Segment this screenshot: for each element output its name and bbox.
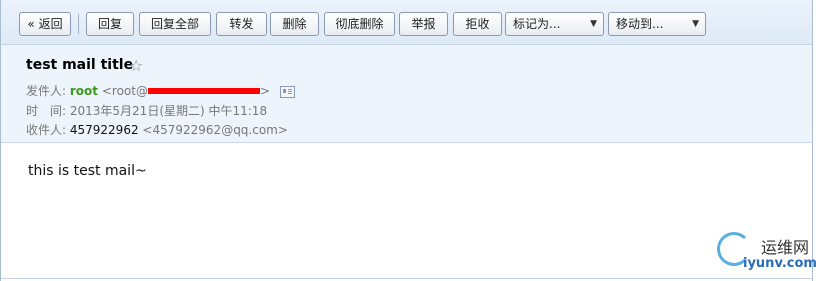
mark-as-dropdown[interactable]: 标记为... ▼ <box>505 12 604 36</box>
toolbar-divider <box>78 14 79 34</box>
watermark-cn-text: 运维网 <box>761 238 810 257</box>
star-icon[interactable]: ☆ <box>129 56 143 75</box>
time-row: 时 间: 2013年5月21日(星期二) 中午11:18 <box>26 102 267 119</box>
mail-header: test mail title ☆ 发件人: root <root@ > 时 间:… <box>1 45 812 143</box>
recipient-label: 收件人: <box>26 123 67 137</box>
back-button[interactable]: « 返回 <box>19 12 71 36</box>
move-to-dropdown[interactable]: 移动到... ▼ <box>608 12 706 36</box>
watermark-en-text: iyunv.com <box>743 256 817 271</box>
sender-address-suffix: > <box>259 84 271 98</box>
time-value: 2013年5月21日(星期二) 中午11:18 <box>69 104 268 118</box>
chevron-down-icon: ▼ <box>692 19 699 29</box>
redaction-bar <box>147 87 260 94</box>
bottom-divider <box>1 278 812 279</box>
recipient-name[interactable]: 457922962 <box>70 123 139 137</box>
reject-button[interactable]: 拒收 <box>453 12 502 36</box>
chevron-down-icon: ▼ <box>590 19 597 29</box>
recipient-row: 收件人: 457922962 <457922962@qq.com> <box>26 121 288 138</box>
sender-address-prefix: <root@ <box>101 84 148 98</box>
delete-permanently-button[interactable]: 彻底删除 <box>324 12 395 36</box>
mail-toolbar: « 返回 回复 回复全部 转发 删除 彻底删除 举报 拒收 标记为... ▼ 移… <box>1 0 812 45</box>
sender-label: 发件人: <box>26 84 67 98</box>
time-label: 时 间: <box>26 104 67 118</box>
sender-row: 发件人: root <root@ > <box>26 82 295 99</box>
delete-button[interactable]: 删除 <box>270 12 319 36</box>
contact-card-icon[interactable] <box>279 85 295 98</box>
reply-button[interactable]: 回复 <box>86 12 134 36</box>
mail-body: this is test mail~ <box>28 163 147 179</box>
sender-name[interactable]: root <box>70 84 98 98</box>
reply-all-button[interactable]: 回复全部 <box>139 12 211 36</box>
move-to-label: 移动到... <box>616 17 664 31</box>
mark-as-label: 标记为... <box>513 17 561 31</box>
forward-button[interactable]: 转发 <box>216 12 267 36</box>
mail-reader: « 返回 回复 回复全部 转发 删除 彻底删除 举报 拒收 标记为... ▼ 移… <box>0 0 817 281</box>
watermark-logo: 运维网 iyunv.com <box>713 232 817 276</box>
report-button[interactable]: 举报 <box>399 12 448 36</box>
mail-subject: test mail title <box>26 57 134 73</box>
recipient-address: <457922962@qq.com> <box>142 123 288 137</box>
